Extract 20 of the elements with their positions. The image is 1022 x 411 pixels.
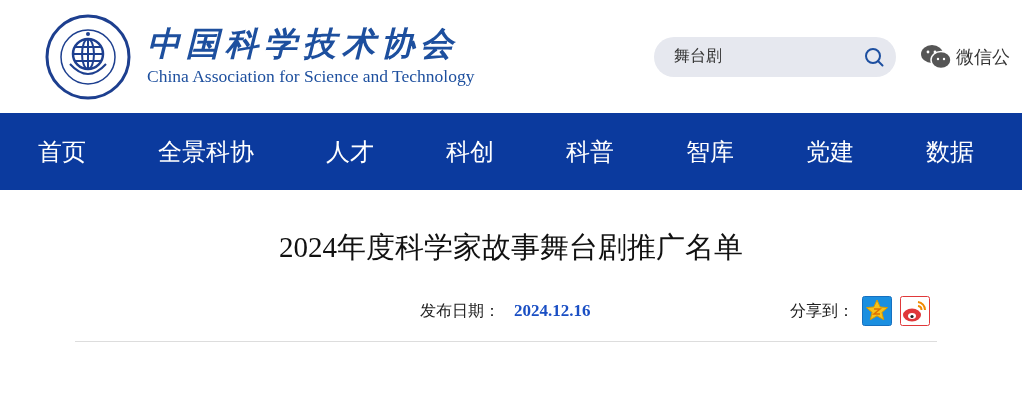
nav-link[interactable]: 人才 xyxy=(326,133,374,170)
weibo-share-icon[interactable] xyxy=(900,295,930,326)
nav-link[interactable]: 科创 xyxy=(446,133,494,170)
date-label: 发布日期： xyxy=(420,299,500,322)
nav-link[interactable]: 首页 xyxy=(38,133,86,170)
article-title: 2024年度科学家故事舞台剧推广名单 xyxy=(279,230,743,265)
nav-link[interactable]: 党建 xyxy=(806,133,854,170)
share-label: 分享到： xyxy=(790,299,854,322)
publish-date: 2024.12.16 xyxy=(514,299,591,322)
search-field[interactable]: 舞台剧 xyxy=(654,36,896,77)
search-icon[interactable] xyxy=(864,46,884,67)
wechat-icon[interactable] xyxy=(920,43,952,70)
nav-link[interactable]: 智库 xyxy=(686,133,734,170)
nav-link[interactable]: 全景科协 xyxy=(158,133,254,170)
organization-name: 中国科学技术协会 xyxy=(147,27,460,61)
qzone-share-icon[interactable] xyxy=(862,295,892,326)
wechat-link[interactable]: 微信公 xyxy=(956,43,1010,70)
organization-english-name: China Association for Science and Technology xyxy=(147,68,475,86)
nav-link[interactable]: 数据 xyxy=(926,133,974,170)
nav-link[interactable]: 科普 xyxy=(566,133,614,170)
